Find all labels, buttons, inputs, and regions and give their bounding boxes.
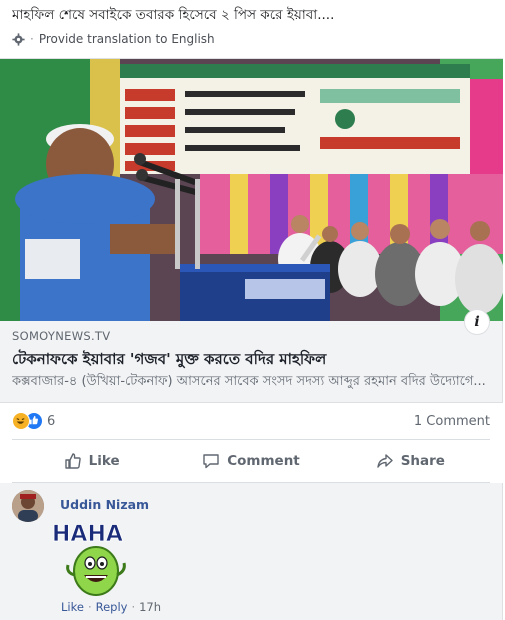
link-preview-meta[interactable]: SOMOYNEWS.TV টেকনাফকে ইয়াবার 'গজব' মুক্… [12, 329, 492, 391]
post-actions: Like Comment Share [12, 440, 490, 482]
comment-section: Uddin Nizam HAHA Like · Reply · 17h [0, 483, 503, 620]
sticker-caption: HAHA [52, 522, 123, 547]
share-label: Share [400, 453, 445, 469]
comment-reply-link[interactable]: Reply [96, 600, 128, 614]
haha-sticker: HAHA [52, 522, 126, 596]
translation-row: · Provide translation to English [12, 31, 215, 47]
share-arrow-icon [376, 454, 393, 468]
avatar[interactable] [12, 490, 44, 522]
comment-label: Comment [227, 453, 300, 469]
link-domain: SOMOYNEWS.TV [12, 329, 111, 343]
reaction-icons[interactable]: 6 [12, 412, 55, 430]
haha-reaction-icon[interactable] [12, 412, 30, 430]
link-preview-image[interactable] [0, 59, 503, 321]
gear-icon [12, 32, 25, 46]
like-button[interactable]: Like [12, 440, 171, 482]
separator-dot: · [131, 600, 136, 614]
thumbs-up-icon [64, 453, 81, 469]
link-description: কক্সবাজার-৪ (উখিয়া-টেকনাফ) আসনের সাবেক … [12, 374, 486, 389]
reaction-count[interactable]: 6 [47, 414, 55, 429]
comment-actions: Like · Reply · 17h [61, 600, 161, 614]
like-label: Like [88, 453, 120, 469]
link-headline[interactable]: টেকনাফকে ইয়াবার 'গজব' মুক্ত করতে বদির ম… [12, 349, 492, 369]
event-photo [0, 59, 503, 321]
comment-count-link[interactable]: 1 Comment [414, 414, 490, 429]
reactions-summary: 6 1 Comment [12, 408, 490, 434]
translate-link[interactable]: Provide translation to English [39, 32, 215, 46]
share-button[interactable]: Share [331, 440, 490, 482]
comment-author[interactable]: Uddin Nizam [60, 497, 149, 512]
link-preview-card[interactable]: i SOMOYNEWS.TV টেকনাফকে ইয়াবার 'গজব' মু… [0, 58, 503, 403]
comment-timestamp[interactable]: 17h [139, 600, 161, 614]
separator-dot: · [30, 32, 34, 46]
comment-bubble-icon [203, 454, 219, 469]
post-text: মাহফিল শেষে সবাইকে তবারক হিসেবে ২ পিস কর… [12, 7, 335, 23]
separator-dot: · [87, 600, 92, 614]
comment-like-link[interactable]: Like [61, 600, 84, 614]
comment-button[interactable]: Comment [171, 440, 330, 482]
